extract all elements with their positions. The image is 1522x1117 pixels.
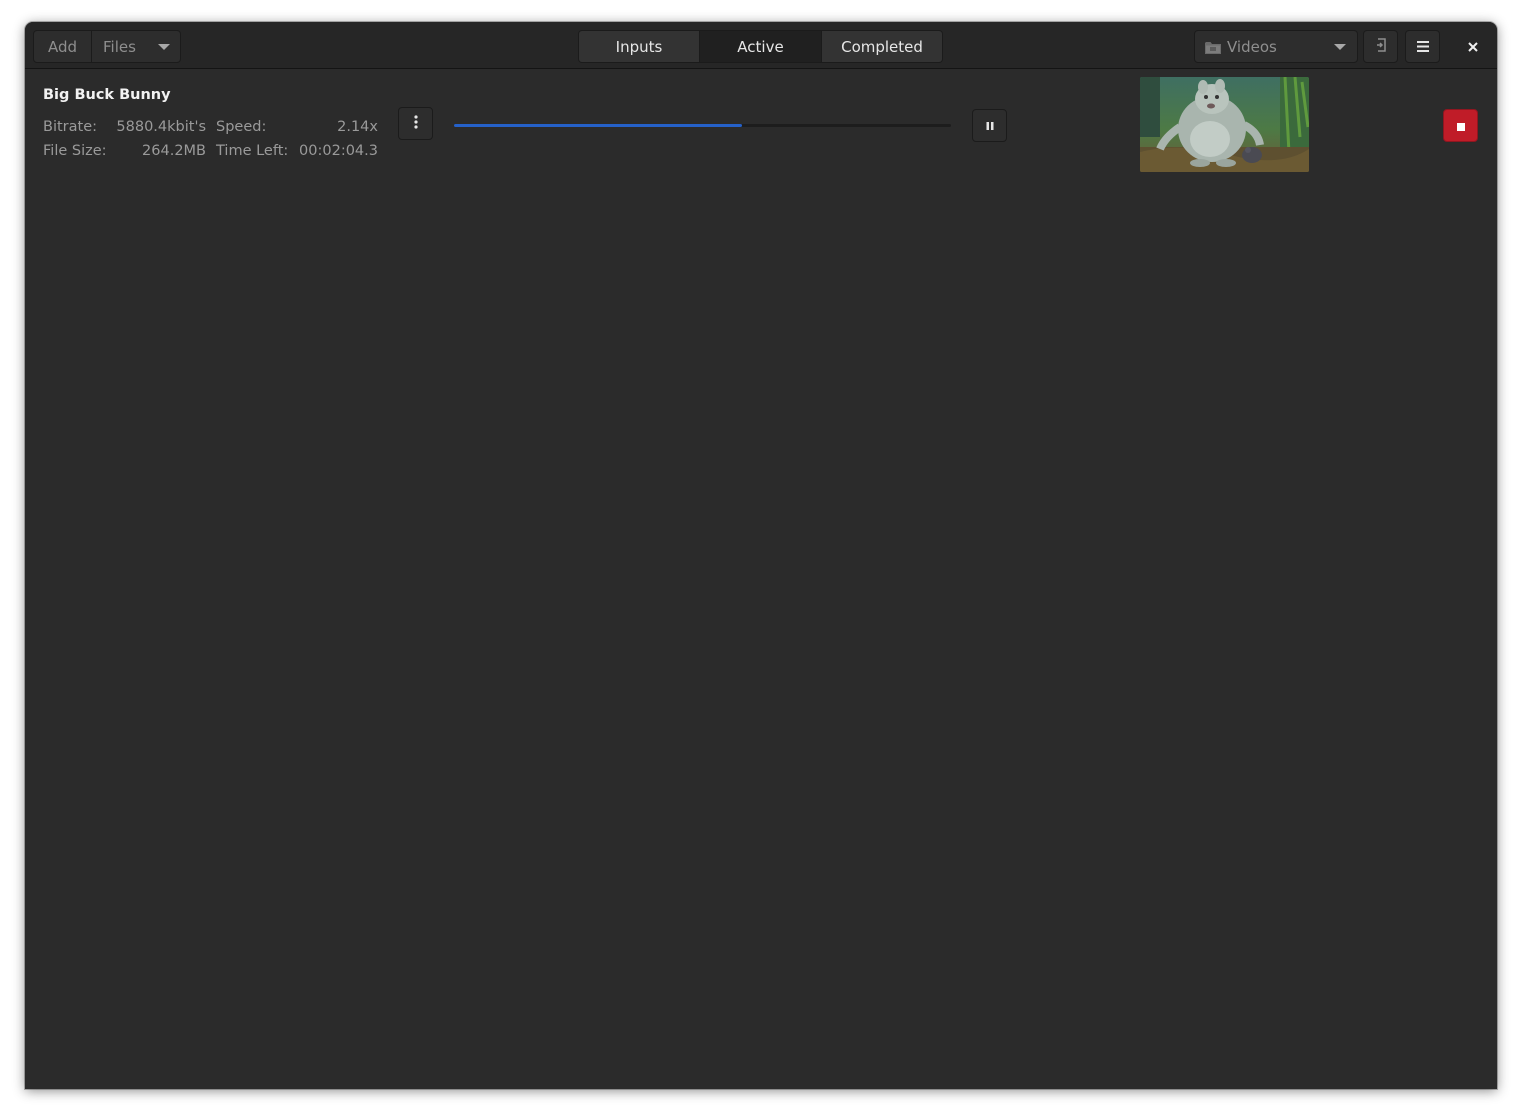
item-title: Big Buck Bunny: [43, 87, 171, 103]
speed-label: Speed:: [216, 119, 267, 135]
add-files-split-button: Add Files: [33, 30, 181, 63]
close-window-button[interactable]: [1455, 30, 1490, 63]
header-bar: Add Files Inputs Active Completed Videos: [25, 22, 1497, 69]
item-options-button[interactable]: [398, 107, 433, 140]
pause-button[interactable]: [972, 109, 1007, 142]
timeleft-label: Time Left:: [216, 143, 289, 159]
folder-icon: [1205, 40, 1221, 54]
tab-inputs[interactable]: Inputs: [579, 31, 700, 62]
progress-fill: [454, 124, 743, 127]
view-switcher: Inputs Active Completed: [578, 30, 943, 63]
main-menu-button[interactable]: [1405, 30, 1440, 63]
speed-value: 2.14x: [337, 119, 378, 135]
files-dropdown-button[interactable]: Files: [92, 31, 180, 62]
exit-icon: [1375, 37, 1387, 56]
close-icon: [1467, 37, 1478, 56]
stop-icon: [1456, 116, 1465, 135]
output-folder-dropdown[interactable]: Videos: [1194, 30, 1358, 63]
vertical-dots-icon: [413, 114, 418, 133]
video-thumbnail: [1140, 77, 1309, 172]
bitrate-value: 5880.4kbit's: [116, 119, 206, 135]
open-output-button[interactable]: [1363, 30, 1398, 63]
bitrate-label: Bitrate:: [43, 119, 97, 135]
stop-button[interactable]: [1443, 109, 1478, 142]
filesize-label: File Size:: [43, 143, 107, 159]
chevron-down-icon: [1334, 43, 1346, 50]
add-button[interactable]: Add: [34, 31, 92, 62]
active-list: Big Buck Bunny Bitrate: 5880.4kbit's Spe…: [25, 69, 1497, 1089]
pause-icon: [986, 117, 994, 135]
hamburger-menu-icon: [1416, 38, 1429, 56]
folder-label: Videos: [1227, 37, 1277, 56]
filesize-value: 264.2MB: [142, 143, 206, 159]
tab-active[interactable]: Active: [700, 31, 822, 62]
chevron-down-icon: [158, 43, 170, 50]
app-window: Add Files Inputs Active Completed Videos: [25, 22, 1497, 1089]
timeleft-value: 00:02:04.3: [299, 143, 378, 159]
progress-bar: [454, 124, 951, 127]
files-label: Files: [103, 37, 136, 56]
tab-completed[interactable]: Completed: [822, 31, 942, 62]
